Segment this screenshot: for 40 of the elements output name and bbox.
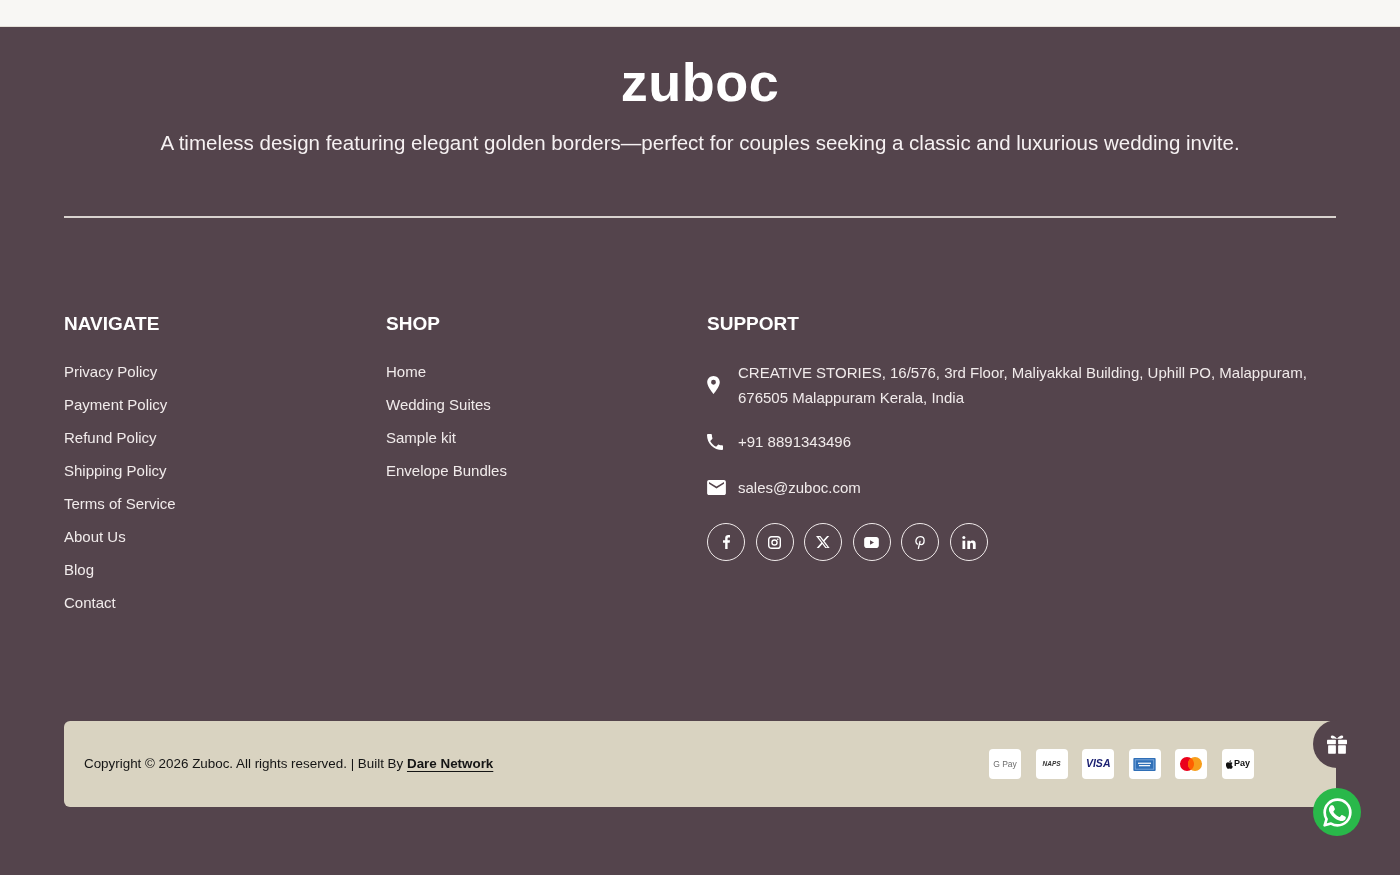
column-heading: SHOP — [386, 312, 440, 336]
copyright-text: Copyright © 2026 Zuboc. All rights reserved. | Built By Dare Network — [84, 754, 494, 773]
footer-link[interactable]: Blog — [64, 558, 95, 582]
footer-link[interactable]: Terms of Service — [64, 492, 176, 516]
email-link[interactable]: sales@zuboc.com — [738, 475, 861, 500]
credit-link[interactable]: Dare Network — [406, 755, 494, 771]
footer-link[interactable]: Contact — [64, 591, 116, 615]
envelope-icon — [707, 480, 726, 495]
overlapping-circles-icon — [1180, 757, 1203, 771]
footer-link[interactable]: Home — [386, 360, 426, 384]
whatsapp-icon — [1322, 797, 1352, 827]
chat-button[interactable] — [1313, 788, 1361, 836]
footer-link[interactable]: Wedding Suites — [386, 393, 491, 417]
linkedin-icon — [961, 535, 976, 549]
card-logo-icon — [1133, 757, 1157, 771]
apple-icon — [1226, 759, 1233, 769]
column-heading: SUPPORT — [707, 312, 799, 336]
gift-icon — [1327, 734, 1347, 754]
address-text: CREATIVE STORIES, 16/576, 3rd Floor, Maliyakkal Building, Uphill PO, Malappuram, 676505 Malappuram Kerala, India — [738, 363, 1308, 408]
footer-link[interactable]: About Us — [64, 525, 126, 549]
footer-link[interactable]: Payment Policy — [64, 393, 168, 417]
column-heading: NAVIGATE — [64, 312, 160, 336]
footer-link[interactable]: Envelope Bundles — [386, 459, 507, 483]
brand-logo[interactable]: zuboc — [620, 55, 780, 109]
pinterest-icon — [915, 535, 926, 549]
x-logo-icon — [816, 535, 831, 549]
youtube-icon — [864, 536, 880, 548]
tagline-text: A timeless design featuring elegant golden borders—perfect for couples seeking a classic and luxurious wedding invite. — [160, 130, 1240, 156]
payment-label: Pay — [1234, 757, 1250, 771]
payment-logo: VISA — [1082, 749, 1115, 779]
map-pin-icon — [707, 376, 720, 394]
footer-link[interactable]: Privacy Policy — [64, 360, 158, 384]
facebook-icon — [722, 535, 730, 549]
payment-logo: G Pay — [989, 749, 1022, 779]
footer-link[interactable]: Refund Policy — [64, 426, 157, 450]
footer-link[interactable]: Shipping Policy — [64, 459, 167, 483]
phone-link[interactable]: +91 8891343496 — [738, 429, 852, 454]
footer-link[interactable]: Sample kit — [386, 426, 457, 450]
phone-icon — [707, 433, 723, 450]
instagram-icon — [768, 535, 782, 549]
